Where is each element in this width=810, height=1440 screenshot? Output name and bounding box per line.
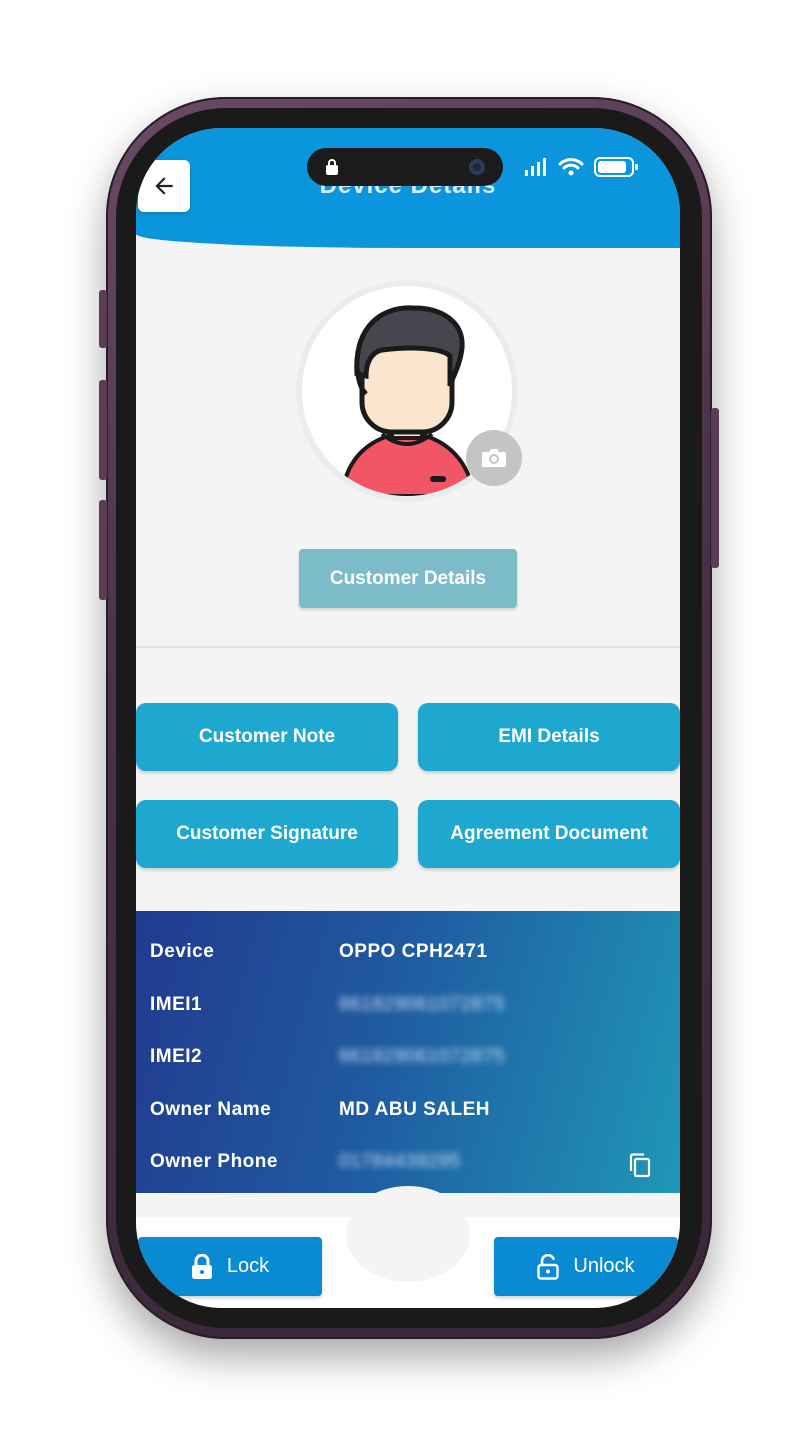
back-button[interactable] bbox=[138, 160, 190, 212]
camera-icon bbox=[482, 449, 506, 467]
owner-name-row: Owner Name MD ABU SALEH bbox=[150, 1099, 670, 1131]
imei1-value: 861829061072875 bbox=[339, 994, 506, 1015]
customer-signature-button[interactable]: Customer Signature bbox=[136, 800, 398, 868]
device-row: Device OPPO CPH2471 bbox=[150, 941, 670, 973]
owner-phone-value: 01784439295 bbox=[339, 1151, 461, 1172]
imei1-label: IMEI1 bbox=[150, 994, 203, 1015]
bottom-notch bbox=[346, 1186, 470, 1282]
copy-icon[interactable] bbox=[628, 1152, 652, 1178]
battery-icon bbox=[594, 157, 638, 177]
phone-volume-up-button bbox=[99, 380, 107, 480]
owner-phone-label: Owner Phone bbox=[150, 1151, 278, 1172]
change-photo-button[interactable] bbox=[466, 430, 522, 486]
wifi-icon bbox=[558, 158, 584, 176]
unlock-label: Unlock bbox=[573, 1255, 635, 1277]
owner-name-value: MD ABU SALEH bbox=[339, 1099, 490, 1120]
owner-phone-row: Owner Phone 01784439295 bbox=[150, 1151, 670, 1183]
phone-power-button bbox=[711, 408, 719, 568]
agreement-document-button[interactable]: Agreement Document bbox=[418, 800, 680, 868]
signal-icon bbox=[525, 158, 546, 176]
emi-details-button[interactable]: EMI Details bbox=[418, 703, 680, 771]
customer-note-button[interactable]: Customer Note bbox=[136, 703, 398, 771]
dynamic-island bbox=[307, 148, 503, 186]
imei2-label: IMEI2 bbox=[150, 1046, 203, 1067]
customer-details-button[interactable]: Customer Details bbox=[299, 549, 517, 608]
camera-icon bbox=[469, 159, 485, 175]
lock-icon bbox=[191, 1253, 212, 1279]
owner-name-label: Owner Name bbox=[150, 1099, 272, 1120]
status-icons bbox=[524, 156, 640, 178]
lock-icon bbox=[326, 159, 338, 175]
device-value: OPPO CPH2471 bbox=[339, 941, 488, 962]
arrow-left-icon bbox=[155, 177, 173, 195]
imei2-row: IMEI2 861829061072875 bbox=[150, 1046, 670, 1078]
screen: Device Details bbox=[136, 128, 680, 1308]
phone-volume-down-button bbox=[99, 500, 107, 600]
unlock-button[interactable]: Unlock bbox=[494, 1237, 678, 1296]
imei2-value: 861829061072875 bbox=[339, 1046, 506, 1067]
phone-action-button bbox=[99, 290, 107, 348]
imei1-row: IMEI1 861829061072875 bbox=[150, 994, 670, 1026]
unlock-icon bbox=[537, 1253, 560, 1280]
device-label: Device bbox=[150, 941, 215, 962]
divider bbox=[136, 646, 680, 648]
lock-button[interactable]: Lock bbox=[138, 1237, 322, 1296]
lock-label: Lock bbox=[226, 1255, 270, 1277]
